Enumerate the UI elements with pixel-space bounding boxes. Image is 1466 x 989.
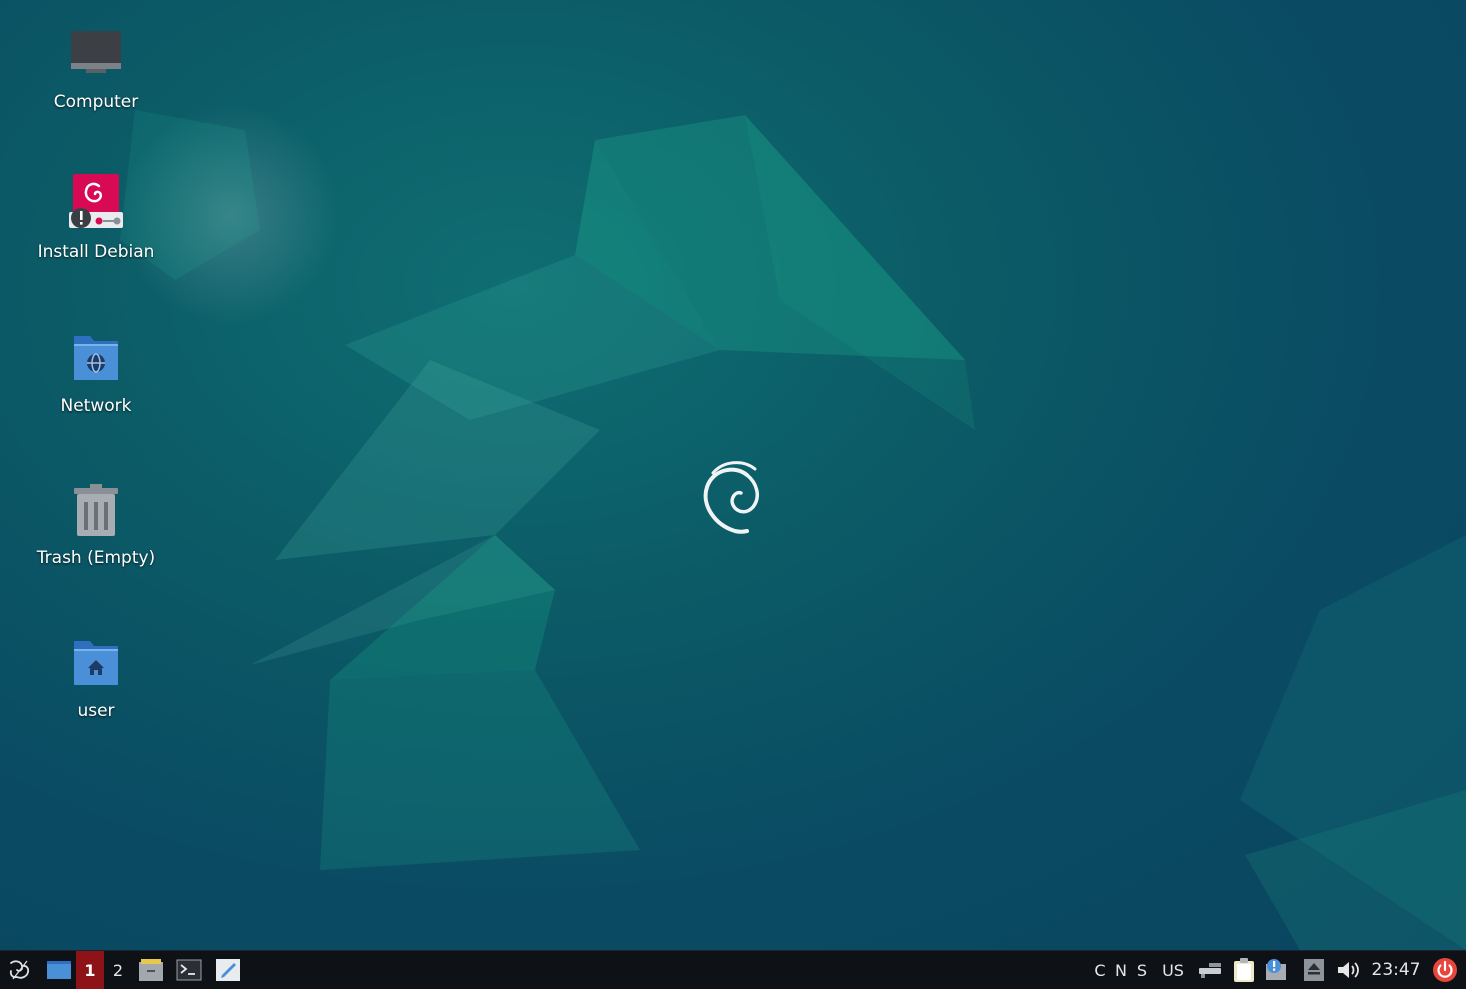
desktop-icon-trash[interactable]: Trash (Empty) [21, 482, 171, 568]
network-wired-icon [1199, 963, 1221, 978]
notifications-button[interactable] [1263, 951, 1291, 989]
text-editor-launcher[interactable] [213, 951, 243, 989]
desktop-icon-label: Computer [53, 92, 139, 112]
file-manager-icon [139, 959, 163, 981]
volume-icon [1338, 962, 1359, 978]
clipboard-icon [1234, 958, 1254, 982]
desktop-icon-install-debian[interactable]: Install Debian [21, 172, 171, 262]
desktop-icon-user-home[interactable]: user [21, 635, 171, 721]
taskbar: 1 2 C N S US 23:47 [0, 950, 1466, 989]
home-folder-icon [74, 641, 118, 685]
workspace-1-button[interactable]: 1 [76, 951, 104, 989]
caps-lock-indicator[interactable]: C [1090, 951, 1110, 989]
computer-icon [71, 31, 121, 73]
scroll-lock-indicator[interactable]: S [1132, 951, 1152, 989]
file-manager-launcher[interactable] [136, 951, 166, 989]
text-editor-icon [216, 959, 240, 981]
install-debian-icon [69, 174, 123, 228]
power-button[interactable] [1430, 951, 1460, 989]
show-desktop-icon [47, 961, 71, 979]
network-status-button[interactable] [1196, 951, 1224, 989]
power-icon [1433, 958, 1457, 982]
desktop-icon-computer[interactable]: Computer [21, 26, 171, 112]
trash-icon [74, 484, 118, 536]
desktop-icon-label: Install Debian [37, 242, 155, 262]
desktop-icon-label: user [77, 701, 115, 721]
applications-menu-button[interactable] [2, 951, 38, 989]
eject-button[interactable] [1300, 951, 1328, 989]
desktop-icon-network[interactable]: Network [21, 330, 171, 416]
desktop[interactable]: Computer Install Debian Network Trash (E… [0, 0, 1466, 950]
num-lock-indicator[interactable]: N [1111, 951, 1131, 989]
eject-icon [1304, 959, 1324, 981]
desktop-icon-label: Network [60, 396, 132, 416]
terminal-icon [176, 959, 202, 981]
clipboard-button[interactable] [1230, 951, 1258, 989]
network-folder-icon [74, 336, 118, 380]
keyboard-layout-indicator[interactable]: US [1157, 951, 1189, 989]
wallpaper [120, 105, 1466, 950]
desktop-icon-label: Trash (Empty) [36, 548, 156, 568]
volume-button[interactable] [1334, 951, 1362, 989]
applications-menu-icon [9, 960, 30, 980]
debian-swirl-logo [703, 461, 759, 534]
notification-icon [1266, 959, 1286, 980]
clock[interactable]: 23:47 [1368, 951, 1424, 989]
terminal-launcher[interactable] [174, 951, 204, 989]
show-desktop-button[interactable] [44, 951, 74, 989]
workspace-2-button[interactable]: 2 [104, 951, 132, 989]
